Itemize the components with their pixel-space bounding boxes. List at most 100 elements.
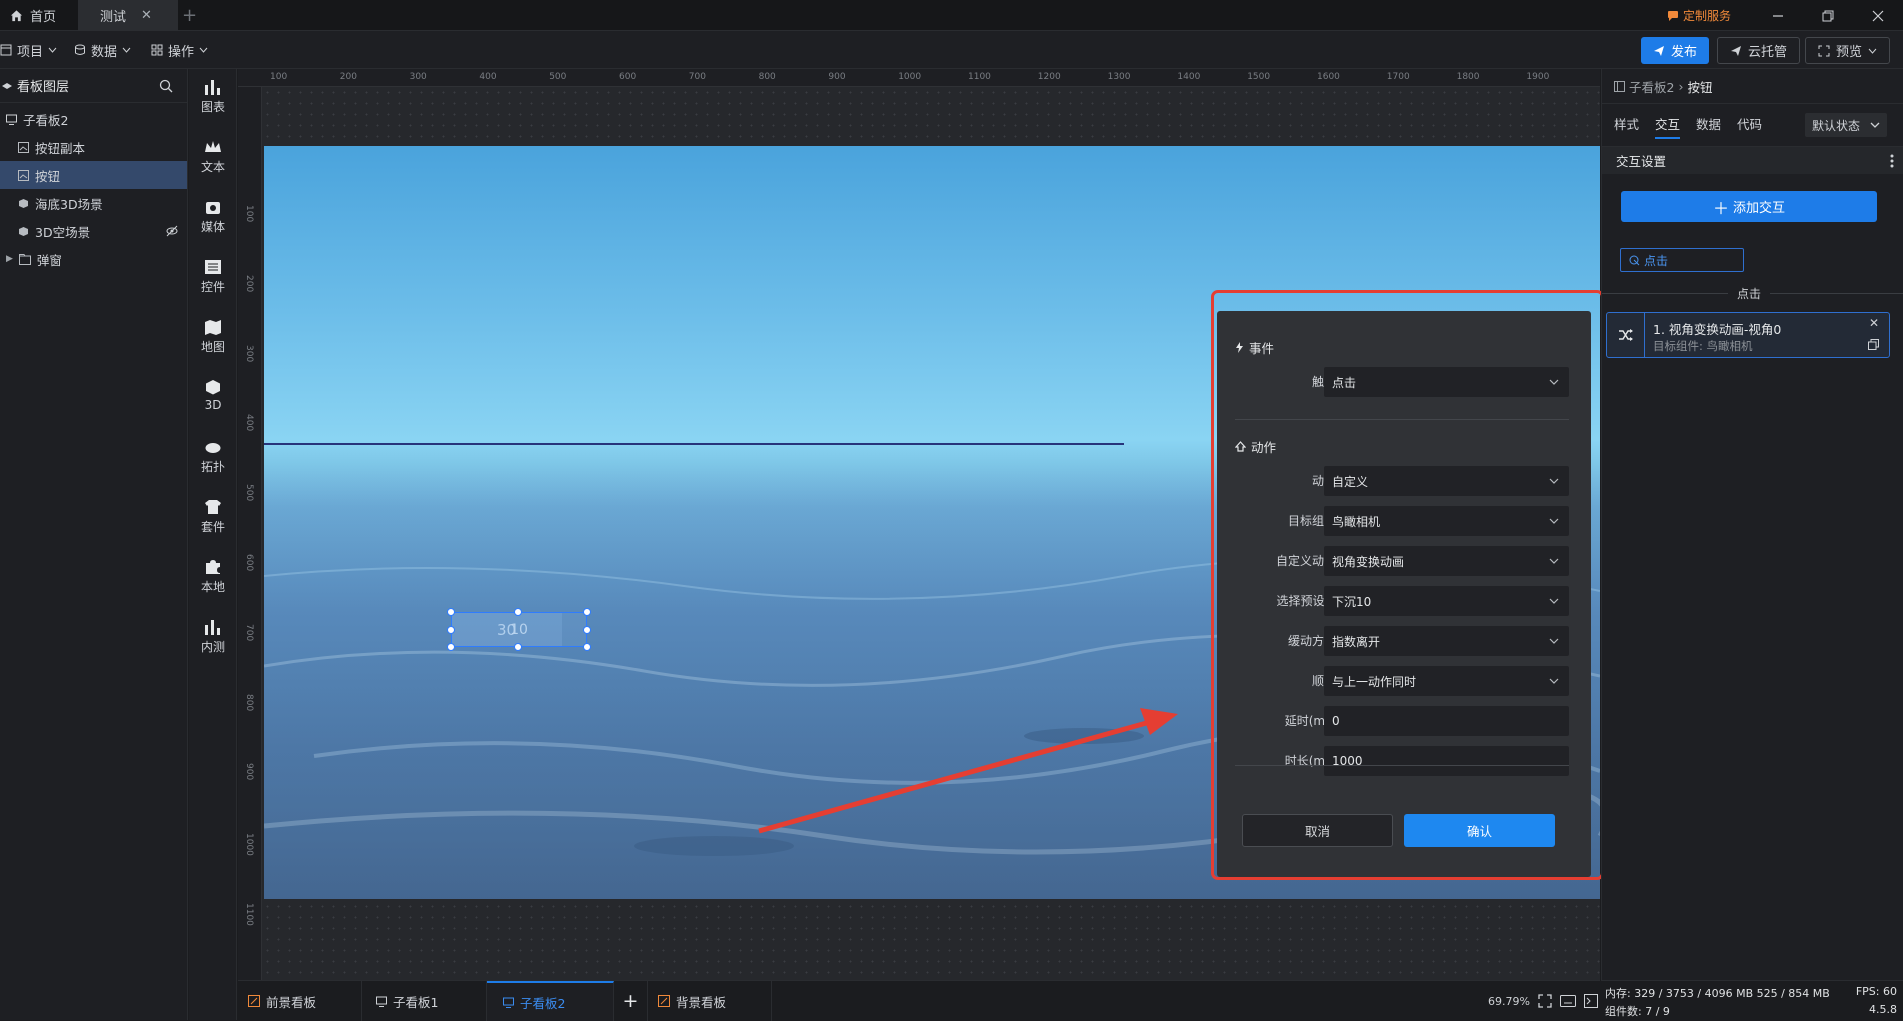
menu-data[interactable]: 数据 [74, 31, 131, 69]
board-tab-sub1[interactable]: 子看板1 [362, 981, 487, 1021]
resize-handle-nw[interactable] [447, 608, 455, 616]
more-icon[interactable] [1890, 154, 1894, 168]
zoom-level[interactable]: 69.79% [1488, 995, 1530, 1008]
property-tabs: 样式 交互 数据 代码 默认状态 [1602, 111, 1903, 139]
event-tag[interactable]: 点击 [1620, 248, 1744, 272]
layer-item-seabed-3d[interactable]: 海底3D场景 [0, 189, 187, 217]
add-tab-button[interactable]: + [182, 0, 197, 31]
resize-handle-se[interactable] [583, 643, 591, 651]
trigger-select[interactable]: 点击 [1324, 367, 1569, 397]
number-field-row: 延时(ms) 0 [1217, 706, 1591, 736]
ruler-left-label: 300 [244, 344, 254, 362]
resize-handle-e[interactable] [583, 626, 591, 634]
state-select[interactable]: 默认状态 [1805, 113, 1887, 137]
minimize-button[interactable] [1753, 0, 1803, 31]
trigger-value: 点击 [1332, 375, 1357, 390]
board-tab-sub2[interactable]: 子看板2 [487, 981, 614, 1021]
edit-icon [248, 995, 260, 1007]
interaction-card[interactable]: 1. 视角变换动画-视角0 目标组件: 鸟瞰相机 ✕ [1606, 312, 1890, 358]
ruler-top-label: 500 [549, 72, 567, 82]
tab-style[interactable]: 样式 [1614, 111, 1647, 139]
component-rail: 图表 文本 媒体 控件 地图 3D 拓扑 套件 本地 内测 [189, 69, 237, 1020]
state-select-value: 默认状态 [1812, 118, 1861, 133]
cancel-button[interactable]: 取消 [1242, 814, 1393, 847]
cloud-hosting-button[interactable]: 云托管 [1717, 37, 1801, 64]
tab-interaction[interactable]: 交互 [1655, 111, 1681, 139]
zoom-controls: 69.79% [1488, 981, 1598, 1021]
layer-item-button-copy[interactable]: 按钮副本 [0, 133, 187, 161]
ruler-top-label: 1200 [1037, 72, 1061, 82]
number-input[interactable]: 1000 [1324, 746, 1569, 776]
rail-label: 图表 [200, 100, 225, 114]
chevron-down-icon [1549, 558, 1559, 564]
cube-icon [204, 379, 222, 395]
board-tab-label: 子看板1 [393, 994, 439, 1010]
field-select[interactable]: 指数离开 [1324, 626, 1569, 656]
fps-stat: FPS: 60 [1855, 985, 1897, 998]
preview-button[interactable]: 预览 [1805, 37, 1891, 64]
number-input[interactable]: 0 [1324, 706, 1569, 736]
tab-test[interactable]: 测试 ✕ [78, 0, 178, 31]
layer-item-button[interactable]: 按钮 [0, 161, 187, 189]
menu-operate[interactable]: 操作 [151, 31, 208, 69]
layer-item-empty-3d[interactable]: 3D空场景 [0, 217, 187, 245]
caret-right-icon[interactable]: ▶ [6, 254, 13, 264]
chevron-down-icon [1870, 122, 1880, 128]
resize-handle-s[interactable] [514, 643, 522, 651]
layers-title: 看板图层 [17, 80, 70, 95]
breadcrumb-parent[interactable]: 子看板2 [1629, 77, 1674, 96]
resize-handle-n[interactable] [514, 608, 522, 616]
close-icon[interactable]: ✕ [1869, 316, 1879, 330]
board-tab-foreground[interactable]: 前景看板 [238, 981, 362, 1021]
eye-hidden-icon[interactable] [166, 225, 178, 237]
keyboard-icon[interactable] [1559, 995, 1576, 1007]
search-icon[interactable] [159, 79, 173, 93]
board-tabs-bar: 前景看板 子看板1 子看板2 + 背景看板 69.79% [238, 980, 1600, 1021]
chevron-down-icon [1549, 518, 1559, 524]
add-interaction-button[interactable]: ＋ 添加交互 [1621, 191, 1877, 222]
restore-button[interactable] [1803, 0, 1853, 31]
resize-handle-ne[interactable] [583, 608, 591, 616]
rail-item-chart[interactable]: 图表 [189, 79, 237, 115]
resize-handle-w[interactable] [447, 626, 455, 634]
field-select[interactable]: 鸟瞰相机 [1324, 506, 1569, 536]
field-select[interactable]: 下沉10 [1324, 586, 1569, 616]
canvas-button-selected[interactable]: 10 [451, 612, 587, 647]
field-select[interactable]: 视角变换动画 [1324, 546, 1569, 576]
rail-item-suite[interactable]: 套件 [189, 499, 237, 535]
board-tab-background[interactable]: 背景看板 [648, 981, 772, 1021]
field-select[interactable]: 自定义 [1324, 466, 1569, 496]
layer-item-popup[interactable]: ▶ 弹窗 [0, 245, 187, 273]
memory-stat: 内存: 329 / 3753 / 4096 MB 525 / 854 MB [1605, 987, 1830, 1000]
copy-icon[interactable] [1868, 339, 1879, 350]
board-tab-label: 子看板2 [520, 995, 566, 1011]
rail-item-map[interactable]: 地图 [189, 319, 237, 355]
custom-service-link[interactable]: 定制服务 [1667, 7, 1731, 24]
rail-item-3d[interactable]: 3D [189, 379, 237, 412]
tab-data[interactable]: 数据 [1696, 111, 1721, 139]
shuffle-icon [1618, 329, 1634, 341]
tab-home[interactable]: 首页 [0, 0, 78, 31]
add-board-button[interactable]: + [614, 981, 648, 1021]
component-count: 组件数: 7 / 9 [1605, 1005, 1670, 1018]
number-field-row: 时长(ms) 1000 [1217, 746, 1591, 776]
field-select[interactable]: 与上一动作同时 [1324, 666, 1569, 696]
close-icon[interactable]: ✕ [141, 8, 152, 23]
rail-item-local[interactable]: 本地 [189, 559, 237, 595]
confirm-button[interactable]: 确认 [1404, 814, 1555, 847]
rail-item-media[interactable]: 媒体 [189, 199, 237, 235]
close-window-button[interactable] [1853, 0, 1903, 31]
bar-chart-icon [204, 79, 222, 95]
layer-item-subboard2[interactable]: 子看板2 [0, 105, 187, 133]
resize-handle-sw[interactable] [447, 643, 455, 651]
cloud-icon [204, 439, 222, 455]
rail-item-controls[interactable]: 控件 [189, 259, 237, 295]
fit-screen-icon[interactable] [1538, 994, 1552, 1008]
rail-item-internal-test[interactable]: 内测 [189, 619, 237, 655]
rail-item-topology[interactable]: 拓扑 [189, 439, 237, 475]
terminal-icon[interactable] [1583, 994, 1598, 1008]
publish-button[interactable]: 发布 [1641, 37, 1710, 64]
tab-code[interactable]: 代码 [1737, 111, 1762, 139]
menu-project[interactable]: 项目 [0, 31, 57, 69]
rail-item-text[interactable]: 文本 [189, 139, 237, 175]
